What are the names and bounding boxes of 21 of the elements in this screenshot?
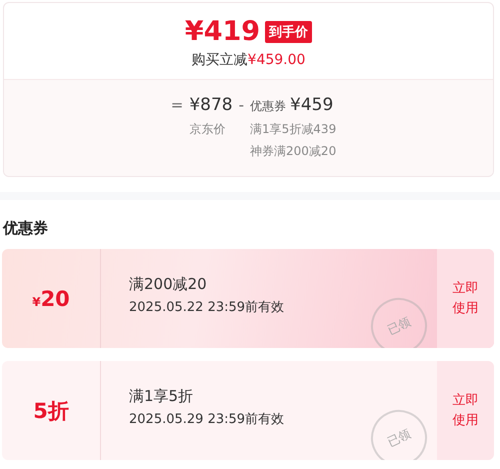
section-title: 优惠券 xyxy=(3,218,49,238)
minus-sign: - xyxy=(238,95,244,116)
discount-detail: 神券满200减20 xyxy=(250,143,336,160)
use-now-button[interactable]: 立即使用 xyxy=(437,249,494,348)
discount-detail: 满1享5折减439 xyxy=(250,121,336,138)
final-price: ¥419 xyxy=(184,15,260,49)
discount-amount: ¥459 xyxy=(290,94,334,116)
coupon-value: ¥20 xyxy=(32,286,70,310)
saving-label: 购买立减 xyxy=(192,52,248,68)
discount-label: 优惠券 xyxy=(250,98,286,115)
coupon-validity: 2025.05.22 23:59前有效 xyxy=(129,299,284,316)
coupon-condition: 满1享5折 xyxy=(129,387,194,406)
coupon-value: 5折 xyxy=(33,398,69,424)
coupon-validity: 2025.05.29 23:59前有效 xyxy=(129,411,284,428)
use-now-button[interactable]: 立即使用 xyxy=(437,361,494,460)
base-price: ¥878 xyxy=(189,94,233,116)
final-price-badge: 到手价 xyxy=(265,21,312,43)
equals-sign: = xyxy=(170,95,184,116)
base-price-label: 京东价 xyxy=(189,121,226,138)
coupon-condition: 满200减20 xyxy=(129,275,207,294)
saving-amount: ¥459.00 xyxy=(248,52,306,68)
